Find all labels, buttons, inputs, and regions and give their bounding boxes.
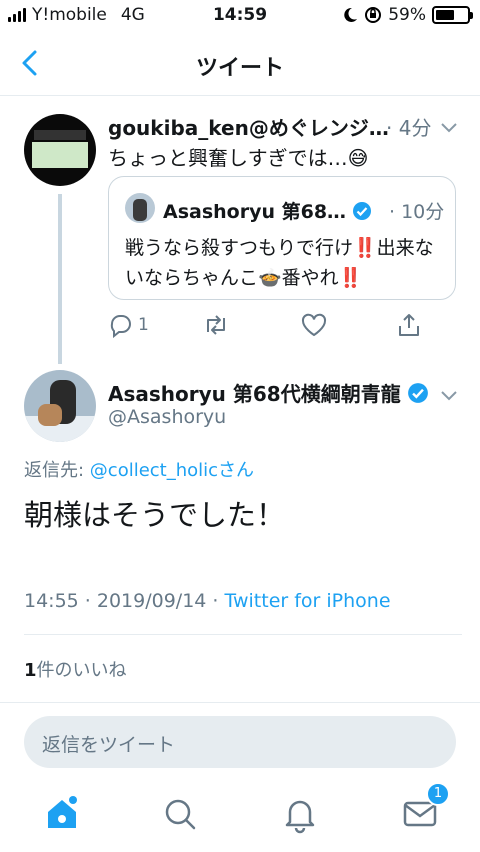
author-handle[interactable]: @Asashoryu (108, 406, 226, 428)
likes-label: 件のいいね (36, 660, 127, 681)
retweet-button[interactable] (202, 310, 230, 340)
likes-count[interactable]: 1件のいいね (24, 656, 127, 682)
tab-home[interactable] (40, 792, 84, 836)
chevron-down-icon[interactable] (438, 384, 460, 406)
tweet-source-link[interactable]: Twitter for iPhone (225, 590, 391, 612)
quoted-time: · 10分 (389, 201, 445, 223)
likes-number: 1 (24, 660, 37, 681)
tweet-text: ちょっと興奮しすぎでは…😅 (108, 146, 369, 170)
reply-icon (110, 315, 131, 338)
tab-messages[interactable]: 1 (398, 782, 450, 836)
divider (0, 702, 480, 703)
tab-notifications[interactable] (278, 792, 322, 836)
tweet-meta: 14:55 · 2019/09/14 · Twitter for iPhone (24, 590, 391, 612)
author-name[interactable]: Asashoryu 第68代横綱朝青龍 (108, 378, 429, 407)
verified-badge-icon (353, 201, 372, 220)
messages-badge: 1 (426, 782, 450, 806)
heart-icon (301, 313, 327, 337)
reply-to-link[interactable]: @collect_holicさん (90, 460, 254, 481)
page-title: ツイート (195, 56, 284, 81)
tweet-actions: 1 (108, 310, 448, 342)
tweet-timestamp: 14:55 · 2019/09/14 · (24, 590, 225, 612)
verified-badge-icon (407, 382, 428, 403)
avatar[interactable] (24, 114, 96, 186)
tweet-time: · 4分 (386, 116, 432, 140)
status-bar: Y!mobile 4G 14:59 59% (0, 0, 480, 32)
reply-count: 1 (138, 315, 149, 335)
chevron-down-icon[interactable] (438, 116, 460, 138)
home-icon (48, 796, 77, 828)
quoted-name-label: Asashoryu 第68… (163, 201, 347, 223)
reply-button[interactable]: 1 (108, 310, 149, 340)
reply-to-label: 返信先: (24, 460, 90, 481)
tab-bar: 1 (0, 780, 480, 852)
tweet-text: 朝様はそうでした！ (24, 498, 286, 532)
reply-to-line: 返信先: @collect_holicさん (24, 456, 254, 482)
nav-bar: ツイート (0, 32, 480, 96)
author-name-label: Asashoryu 第68代横綱朝青龍 (108, 382, 401, 406)
avatar[interactable] (24, 370, 96, 442)
battery-icon (432, 6, 473, 24)
rotation-lock-icon (365, 7, 382, 23)
quoted-author-name: Asashoryu 第68… (163, 197, 372, 224)
avatar (125, 193, 155, 223)
moon-icon (344, 7, 358, 22)
author-name[interactable]: goukiba_ken@めぐレンジ… (108, 116, 389, 140)
like-button[interactable] (300, 310, 328, 340)
share-icon (399, 314, 419, 336)
battery-percent: 59% (388, 5, 426, 25)
search-icon (165, 799, 196, 830)
bell-icon (285, 800, 315, 834)
tab-search[interactable] (158, 792, 202, 836)
parent-tweet-header: goukiba_ken@めぐレンジ… · 4分 (108, 112, 431, 141)
thread-line (58, 194, 62, 364)
share-button[interactable] (396, 310, 422, 340)
quoted-tweet[interactable]: Asashoryu 第68… · 10分 戦うなら殺すつもりで行け‼️出来ないな… (108, 176, 456, 300)
reply-placeholder: 返信をツイート (42, 734, 176, 756)
divider (24, 634, 462, 635)
reply-input[interactable]: 返信をツイート (24, 716, 456, 768)
quoted-text: 戦うなら殺すつもりで行け‼️出来ないならちゃんこ🍲番やれ‼️ (125, 237, 434, 289)
retweet-icon (207, 315, 225, 335)
